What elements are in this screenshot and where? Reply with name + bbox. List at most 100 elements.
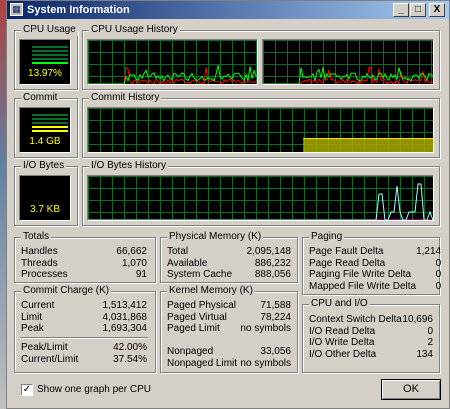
commit-history-plot [303, 138, 433, 152]
table-row: Nonpaged Limit no symbols [167, 358, 291, 370]
kernel-memory-title: Kernel Memory (K) [167, 285, 255, 297]
table-row: Threads 1,070 [21, 258, 147, 270]
cpu-history-graph-0 [87, 39, 258, 85]
meter-segment [32, 58, 68, 60]
label-system-cache: System Cache [167, 269, 233, 280]
label-current-limit: Current/Limit [21, 353, 79, 365]
label-paged-physical: Paged Physical [167, 300, 236, 311]
cpu-usage-group: CPU Usage 13.97% [14, 24, 78, 90]
meter-segment [32, 130, 68, 132]
table-row: Current 1,513,412 [21, 300, 147, 312]
value-mapped-file-write-delta: 0 [435, 280, 442, 292]
value-paged-physical: 71,588 [260, 300, 291, 311]
label-page-read-delta: Page Read Delta [309, 257, 386, 269]
table-row: Total 2,095,148 [167, 246, 291, 258]
kernel-nonpaged-table: Nonpaged 33,056 Nonpaged Limit no symbols [167, 346, 291, 369]
value-paged-virtual: 78,224 [260, 311, 291, 323]
value-available: 886,232 [254, 257, 291, 269]
value-context-switch-delta: 10,696 [402, 314, 433, 325]
maximize-button[interactable]: □ [410, 3, 426, 17]
label-nonpaged-limit: Nonpaged Limit [167, 357, 238, 369]
cpu-usage-value: 13.97% [28, 68, 62, 79]
table-row: Mapped File Write Delta 0 [309, 281, 441, 293]
value-current: 1,513,412 [102, 300, 148, 311]
label-io-write-delta: I/O Write Delta [309, 337, 375, 348]
value-current-limit: 37.54% [113, 353, 147, 365]
commit-charge-title: Commit Charge (K) [21, 285, 112, 297]
commit-ratio-table: Peak/Limit 42.00% Current/Limit 37.54% [21, 342, 147, 365]
cpu-history-label: CPU Usage History [89, 24, 180, 36]
cpu-history-group: CPU Usage History [82, 24, 440, 90]
physical-memory-group: Physical Memory (K) Total 2,095,148 Avail… [160, 231, 298, 283]
io-bytes-value: 3.7 KB [29, 204, 61, 215]
table-row: Current/Limit 37.54% [21, 354, 147, 366]
table-row: Nonpaged 33,056 [167, 346, 291, 358]
io-history-group: I/O Bytes History [82, 160, 440, 226]
label-handles: Handles [21, 246, 58, 257]
label-available: Available [167, 257, 208, 269]
value-page-read-delta: 0 [435, 257, 442, 269]
meter-segment [32, 114, 68, 116]
commit-value: 1.4 GB [29, 136, 61, 147]
cpu-and-io-title: CPU and I/O [309, 298, 370, 310]
label-paged-virtual: Paged Virtual [167, 311, 227, 323]
per-cpu-label[interactable]: Show one graph per CPU [37, 384, 151, 395]
label-io-read-delta: I/O Read Delta [309, 325, 376, 337]
commit-group: Commit 1.4 GB [14, 92, 78, 158]
label-io-other-delta: I/O Other Delta [309, 348, 377, 360]
cpu-meter-bars [32, 46, 68, 66]
kernel-memory-table: Paged Physical 71,588 Paged Virtual 78,224… [167, 300, 291, 335]
table-row: Processes 91 [21, 269, 147, 281]
table-row: Paged Limit no symbols [167, 323, 291, 335]
table-row: System Cache 888,056 [167, 269, 291, 281]
value-peak: 1,693,304 [102, 323, 148, 334]
value-total: 2,095,148 [246, 246, 292, 257]
commit-charge-table: Current 1,513,412 Limit 4,031,868 Peak 1,69… [21, 300, 147, 335]
value-nonpaged: 33,056 [260, 346, 291, 357]
table-row: Paging File Write Delta 0 [309, 269, 441, 281]
value-page-fault-delta: 1,214 [416, 246, 442, 257]
value-nonpaged-limit: no symbols [240, 357, 291, 369]
commit-history-graph [87, 107, 434, 153]
value-handles: 66,662 [116, 246, 147, 257]
paging-group: Paging Page Fault Delta 1,214 Page Read D… [302, 231, 441, 295]
ok-button[interactable]: OK [381, 379, 441, 400]
cpu-history-plot [88, 65, 257, 84]
io-history-graph [87, 175, 434, 221]
label-page-fault-delta: Page Fault Delta [309, 246, 384, 257]
cpu-kernel-series [263, 66, 433, 84]
table-row: Peak 1,693,304 [21, 323, 147, 335]
value-io-other-delta: 134 [416, 348, 433, 360]
title-bar[interactable]: ▦ System Information _ □ X [7, 1, 449, 19]
table-row: Page Fault Delta 1,214 [309, 246, 441, 258]
label-peak-limit: Peak/Limit [21, 342, 68, 353]
table-row: I/O Other Delta 134 [309, 349, 433, 361]
cpu-io-table: Context Switch Delta 10,696 I/O Read Delt… [309, 314, 433, 360]
per-cpu-checkbox[interactable]: ✓ [21, 384, 33, 396]
minimize-button[interactable]: _ [393, 3, 409, 17]
close-button[interactable]: X [429, 3, 445, 17]
divider [20, 337, 148, 339]
value-paged-limit: no symbols [240, 323, 291, 334]
meter-segment [32, 50, 68, 52]
totals-title: Totals [21, 231, 52, 243]
commit-history-fill [303, 138, 433, 152]
cpu-history-graph-1 [262, 39, 434, 85]
table-row: Context Switch Delta 10,696 [309, 314, 433, 326]
commit-history-group: Commit History [82, 92, 440, 158]
kernel-memory-group: Kernel Memory (K) Paged Physical 71,588 P… [160, 285, 298, 373]
value-limit: 4,031,868 [102, 311, 148, 323]
value-processes: 91 [135, 269, 147, 280]
table-row: I/O Read Delta 0 [309, 326, 433, 338]
label-paged-limit: Paged Limit [167, 323, 220, 334]
meter-segment [32, 122, 68, 124]
commit-meter: 1.4 GB [19, 107, 71, 153]
paging-table: Page Fault Delta 1,214 Page Read Delta 0 P… [309, 246, 441, 292]
physical-memory-title: Physical Memory (K) [167, 231, 264, 243]
label-current: Current [21, 300, 55, 311]
table-row: Page Read Delta 0 [309, 258, 441, 270]
table-row: Paged Physical 71,588 [167, 300, 291, 312]
meter-segment [32, 118, 68, 120]
cpu-and-io-group: CPU and I/O Context Switch Delta 10,696 I… [302, 298, 440, 373]
meter-segment [32, 126, 68, 128]
